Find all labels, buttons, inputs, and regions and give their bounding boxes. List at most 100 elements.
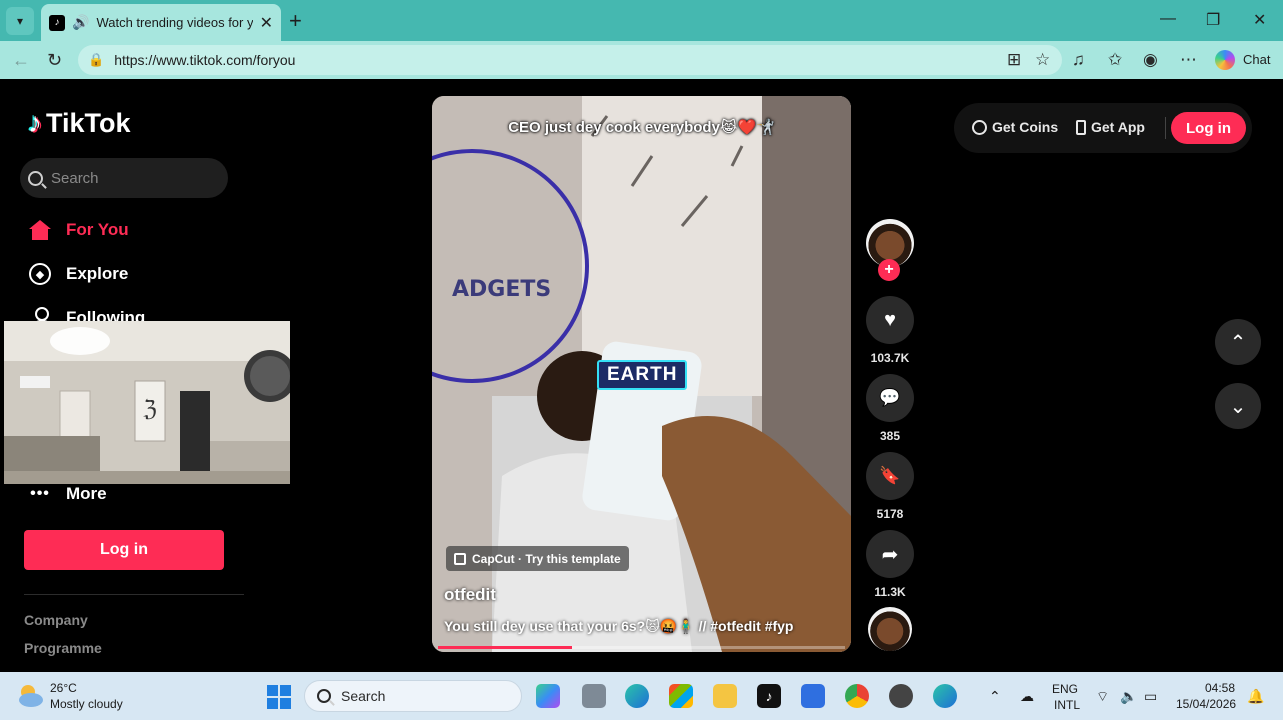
chrome-app-icon[interactable] bbox=[845, 684, 869, 708]
restore-button[interactable]: ❐ bbox=[1206, 10, 1220, 30]
compass-icon: ◆ bbox=[29, 263, 51, 285]
like-button[interactable]: ♥ bbox=[866, 296, 914, 344]
previous-video-button[interactable]: ⌃ bbox=[1215, 319, 1261, 365]
picture-in-picture-overlay[interactable]: ℨ bbox=[4, 321, 290, 484]
lock-icon[interactable]: 🔒 bbox=[88, 52, 104, 68]
capcut-label: CapCut · Try this template bbox=[472, 551, 621, 566]
battery-icon[interactable]: ▭ bbox=[1144, 688, 1157, 705]
comment-button[interactable]: 💬 bbox=[866, 374, 914, 422]
tiktok-page: ♪ TikTok Search For You ◆ Explore Follow… bbox=[4, 79, 1279, 668]
phone-icon bbox=[1076, 119, 1086, 135]
store-app-icon[interactable] bbox=[669, 684, 693, 708]
video-player[interactable]: ADGETS CEO just dey cook everybody😹❤️🤺 E… bbox=[432, 96, 851, 652]
sidebar-login-button[interactable]: Log in bbox=[24, 530, 224, 570]
search-placeholder: Search bbox=[51, 169, 99, 187]
url-input[interactable]: 🔒 https://www.tiktok.com/foryou bbox=[78, 45, 1062, 75]
video-author[interactable]: otfedit bbox=[444, 585, 496, 605]
header-login-button[interactable]: Log in bbox=[1171, 112, 1246, 144]
refresh-button[interactable]: ↻ bbox=[47, 50, 62, 71]
get-coins-label: Get Coins bbox=[992, 119, 1059, 135]
save-count: 5178 bbox=[876, 507, 904, 521]
video-description[interactable]: You still dey use that your 6s?🙀🤬🧍‍♂️ //… bbox=[444, 618, 793, 635]
cloud-off-icon[interactable]: ☁ bbox=[1020, 688, 1034, 705]
edge-active-app-icon[interactable] bbox=[933, 684, 957, 708]
tiktok-note-icon: ♪ bbox=[28, 107, 42, 138]
capcut-template-button[interactable]: CapCut · Try this template bbox=[446, 546, 629, 571]
capcut-icon bbox=[454, 552, 466, 565]
more-options-icon[interactable]: ⋯ bbox=[1180, 50, 1197, 70]
show-hidden-icons-chevron-icon[interactable]: ⌃ bbox=[989, 688, 1001, 705]
tiktok-logo[interactable]: ♪ TikTok bbox=[28, 107, 131, 139]
back-button[interactable]: ← bbox=[12, 50, 30, 71]
like-count: 103.7K bbox=[870, 351, 910, 365]
tiktok-app-icon[interactable]: ♪ bbox=[757, 684, 781, 708]
speaker-icon[interactable]: 🔊 bbox=[72, 14, 89, 31]
sidebar-item-for-you[interactable]: For You bbox=[28, 218, 129, 242]
extensions-icon[interactable]: ♫ bbox=[1072, 50, 1085, 70]
more-icon: ••• bbox=[30, 485, 50, 502]
windows-start-icon[interactable] bbox=[267, 685, 291, 709]
bookmark-icon: 🔖 bbox=[879, 466, 901, 485]
sidebar-item-label: For You bbox=[66, 220, 129, 239]
weather-temperature[interactable]: 26°C bbox=[50, 681, 77, 695]
save-button[interactable]: 🔖 bbox=[866, 452, 914, 500]
volume-icon[interactable]: 🔈 bbox=[1120, 688, 1137, 705]
sidebar-item-label: Explore bbox=[66, 264, 129, 283]
wifi-icon[interactable]: ⌔ bbox=[1096, 688, 1109, 706]
copilot-icon[interactable] bbox=[1215, 50, 1235, 70]
sidebar-item-label: More bbox=[66, 484, 107, 503]
sidebar-item-more[interactable]: ••• More bbox=[28, 482, 107, 506]
task-view-icon[interactable] bbox=[582, 684, 606, 708]
top-header-actions: Get Coins Get App Log in bbox=[954, 103, 1252, 153]
next-video-button[interactable]: ⌄ bbox=[1215, 383, 1261, 429]
coin-icon bbox=[972, 119, 987, 135]
weather-cloud-icon[interactable] bbox=[16, 682, 44, 708]
get-coins-button[interactable]: Get Coins bbox=[972, 119, 1058, 135]
notes-app-icon[interactable] bbox=[801, 684, 825, 708]
tiktok-favicon-icon: ♪ bbox=[49, 14, 65, 31]
chat-label[interactable]: Chat bbox=[1243, 52, 1270, 67]
svg-text:ADGETS: ADGETS bbox=[452, 277, 551, 302]
header-divider bbox=[1165, 117, 1166, 139]
video-top-caption: CEO just dey cook everybody😹❤️🤺 bbox=[508, 119, 775, 136]
language-indicator[interactable]: ENG bbox=[1052, 682, 1078, 696]
weather-description[interactable]: Mostly cloudy bbox=[50, 697, 123, 711]
footer-link-programme[interactable]: Programme bbox=[24, 640, 102, 656]
share-button[interactable]: ➦ bbox=[866, 530, 914, 578]
close-window-button[interactable]: ✕ bbox=[1253, 10, 1266, 30]
copilot-app-icon[interactable] bbox=[536, 684, 560, 708]
new-tab-button[interactable]: + bbox=[289, 8, 302, 34]
keyboard-layout[interactable]: INTL bbox=[1054, 698, 1080, 712]
favorite-star-icon[interactable]: ☆ bbox=[1035, 50, 1050, 70]
chevron-down-icon: ⌄ bbox=[1229, 395, 1247, 418]
taskbar-search-input[interactable]: Search bbox=[304, 680, 522, 712]
share-count: 11.3K bbox=[874, 585, 906, 599]
app-available-icon[interactable]: ⊞ bbox=[1007, 50, 1021, 70]
taskbar-search-label: Search bbox=[341, 688, 386, 704]
profile-icon[interactable]: ◉ bbox=[1143, 50, 1158, 70]
search-input[interactable]: Search bbox=[20, 158, 228, 198]
sidebar-item-explore[interactable]: ◆ Explore bbox=[28, 262, 128, 286]
logo-text: TikTok bbox=[46, 107, 131, 138]
file-explorer-icon[interactable] bbox=[713, 684, 737, 708]
active-tab[interactable]: ♪ 🔊 Watch trending videos for you ✕ bbox=[41, 4, 281, 41]
favorites-icon[interactable]: ✩ bbox=[1108, 50, 1122, 70]
get-app-button[interactable]: Get App bbox=[1076, 119, 1145, 135]
close-tab-icon[interactable]: ✕ bbox=[260, 13, 273, 33]
search-icon bbox=[317, 689, 331, 703]
edge-app-icon[interactable] bbox=[625, 684, 649, 708]
tab-actions-menu-button[interactable]: ▾ bbox=[6, 7, 34, 35]
url-text: https://www.tiktok.com/foryou bbox=[114, 52, 296, 68]
recording-app-icon[interactable] bbox=[889, 684, 913, 708]
minimize-button[interactable]: — bbox=[1160, 10, 1176, 28]
clock-time[interactable]: 04:58 bbox=[1205, 681, 1235, 695]
follow-plus-icon[interactable]: + bbox=[878, 259, 900, 281]
sidebar-divider bbox=[24, 594, 244, 595]
footer-link-company[interactable]: Company bbox=[24, 612, 88, 628]
clock-date[interactable]: 15/04/2026 bbox=[1176, 697, 1236, 711]
notification-bell-icon[interactable]: 🔔 bbox=[1247, 688, 1264, 705]
music-disc-avatar[interactable] bbox=[868, 607, 912, 651]
video-progress-bar[interactable] bbox=[438, 646, 845, 649]
svg-text:ℨ: ℨ bbox=[143, 397, 157, 422]
get-app-label: Get App bbox=[1091, 119, 1145, 135]
